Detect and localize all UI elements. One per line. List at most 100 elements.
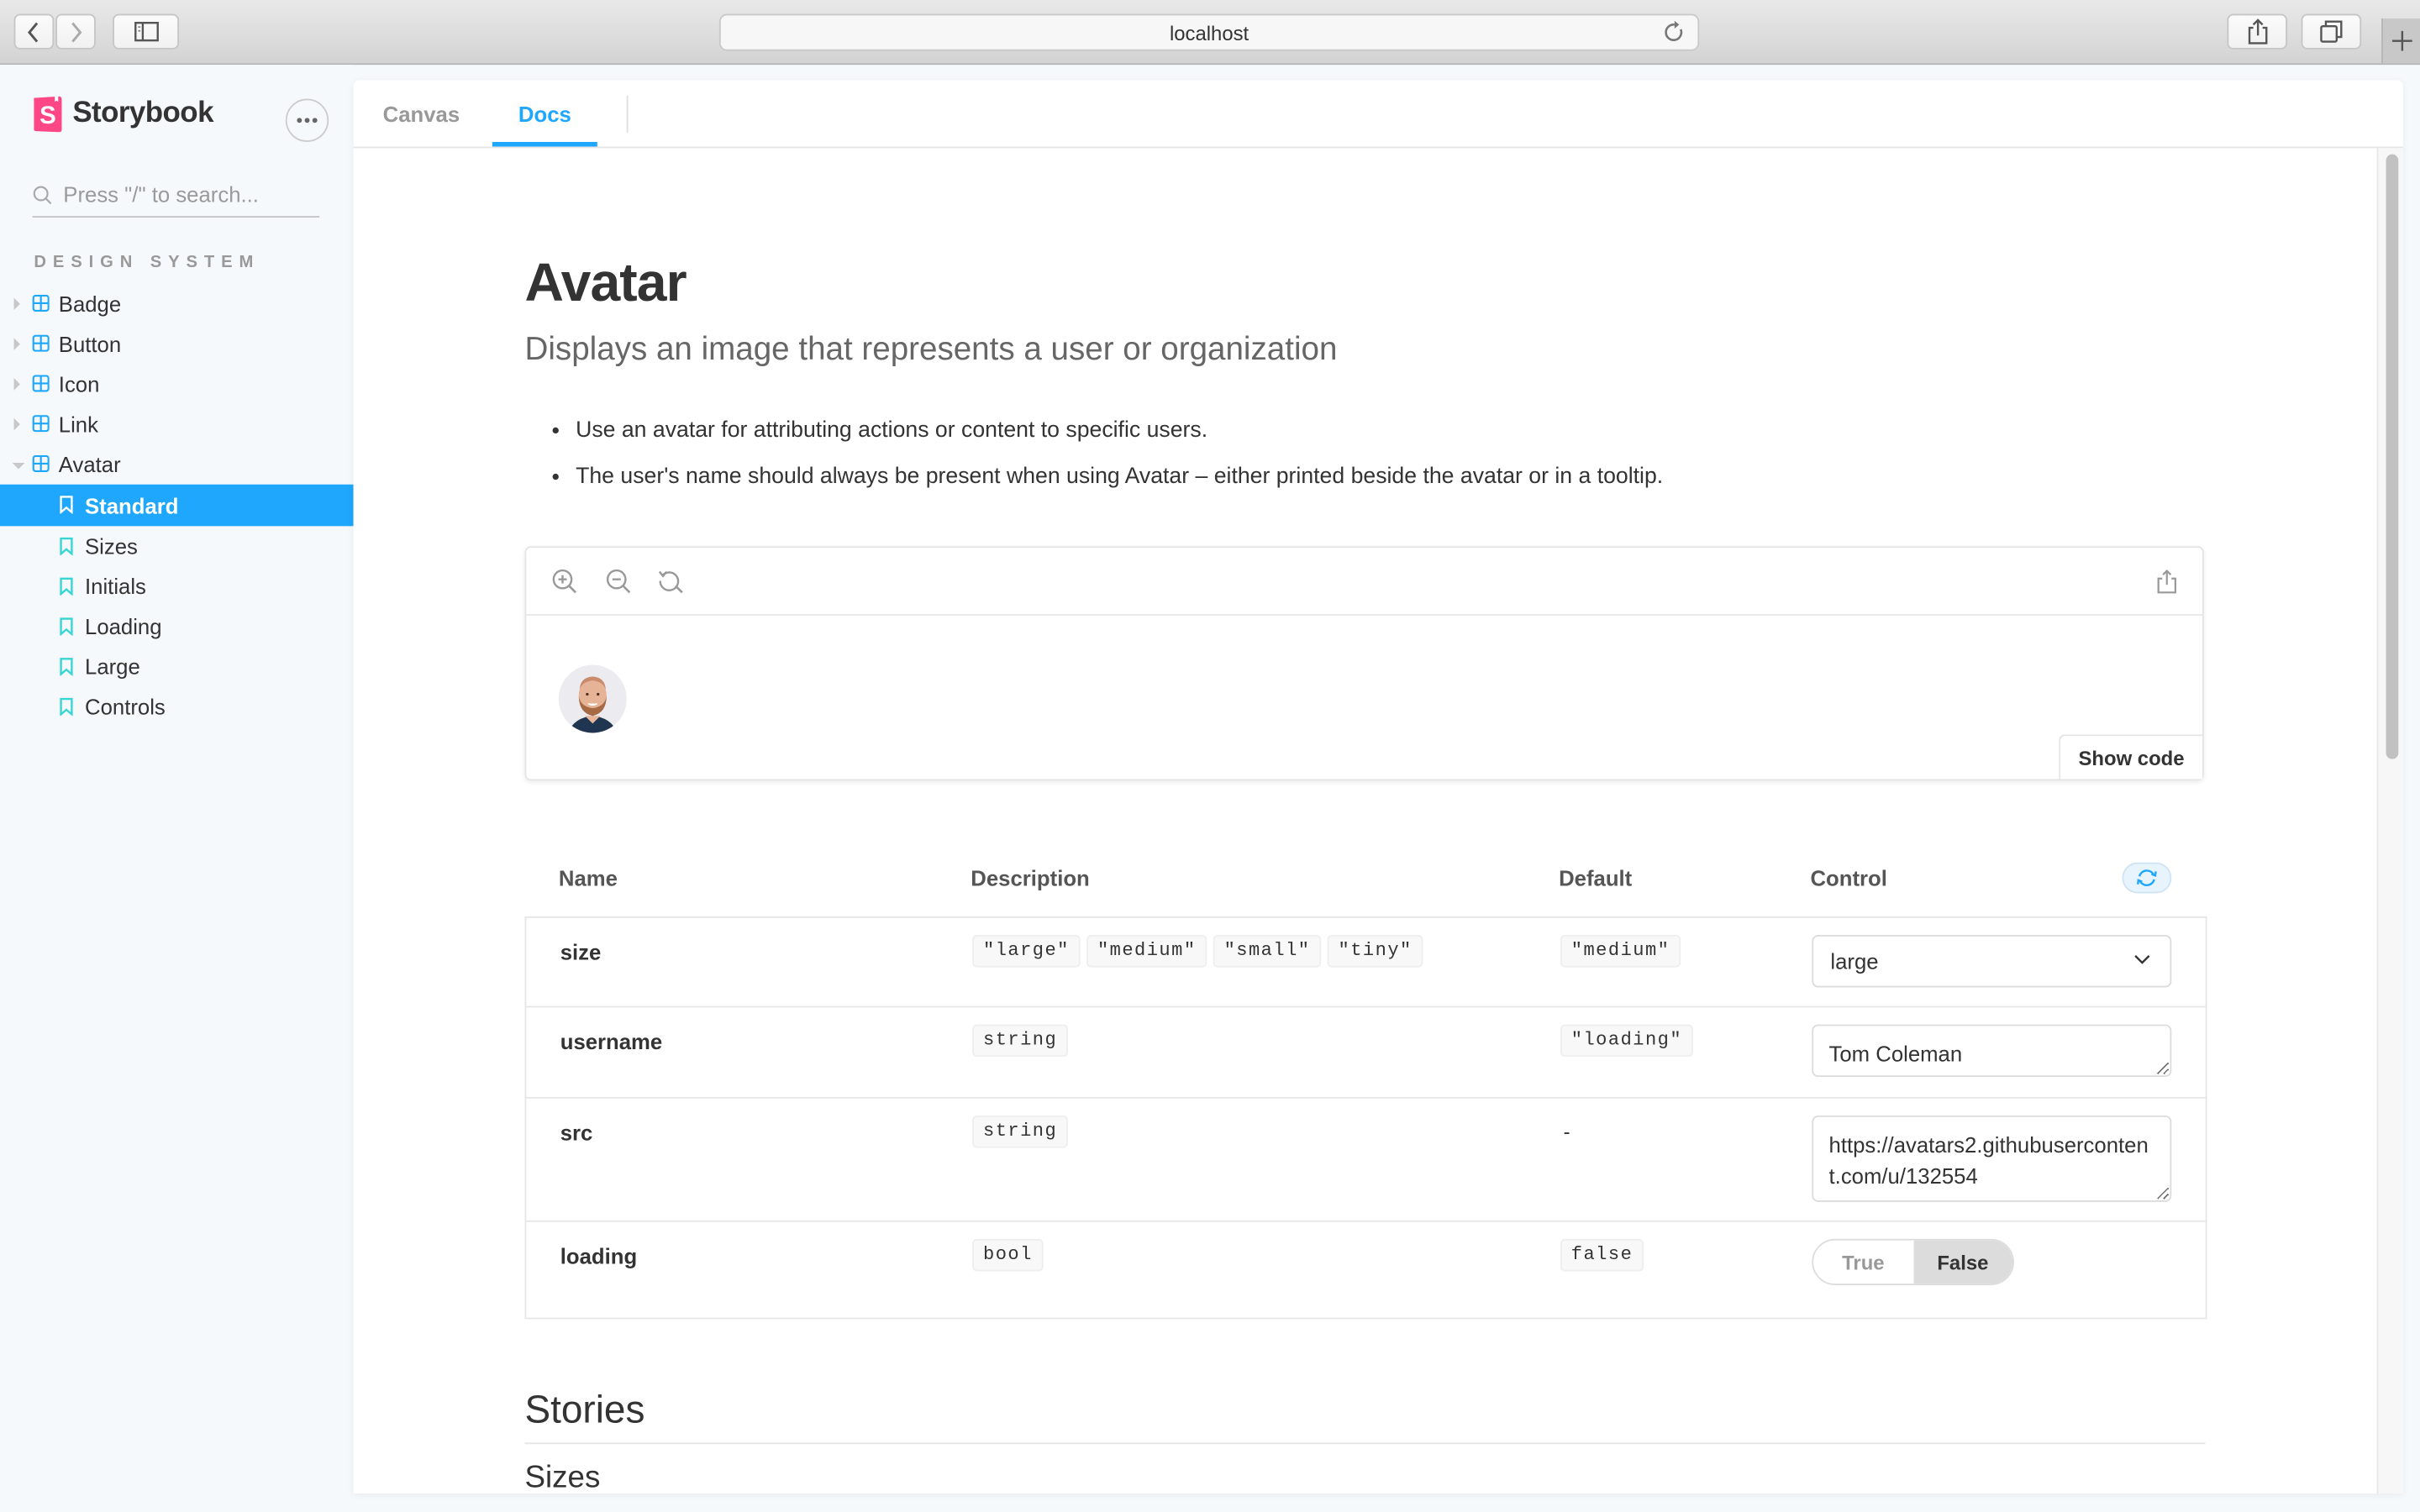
- description-item: Use an avatar for attributing actions or…: [576, 417, 1663, 444]
- story-item-loading[interactable]: Loading: [0, 606, 354, 646]
- avatar-photo-icon: [558, 664, 627, 733]
- share-icon: [2247, 18, 2267, 45]
- panel-tabs: Canvas Docs: [353, 81, 2403, 149]
- stories-divider: [524, 1442, 2206, 1445]
- arg-description: string: [972, 1024, 1069, 1058]
- description-list: Use an avatar for attributing actions or…: [524, 417, 1663, 509]
- tree-item-icon[interactable]: Icon: [0, 365, 354, 405]
- arg-default: false: [1560, 1238, 1644, 1272]
- default-value: "loading": [1560, 1024, 1693, 1058]
- arg-name: size: [560, 939, 602, 964]
- arg-name: username: [560, 1029, 663, 1054]
- tree-item-button[interactable]: Button: [0, 324, 354, 365]
- tab-docs[interactable]: Docs: [492, 81, 597, 147]
- stories-heading: Stories: [524, 1389, 645, 1432]
- story-item-label: Sizes: [85, 533, 138, 559]
- story-item-large[interactable]: Large: [0, 646, 354, 686]
- reset-controls-button[interactable]: [2122, 862, 2172, 894]
- zoom-out-icon[interactable]: [605, 568, 633, 596]
- story-item-label: Loading: [85, 613, 162, 639]
- description-item: The user's name should always be present…: [576, 463, 1663, 491]
- default-value: "medium": [1560, 935, 1681, 968]
- bookmark-icon: [60, 697, 73, 717]
- type-option: "medium": [1086, 935, 1207, 968]
- component-icon: [32, 334, 50, 352]
- sidebar-toggle-icon: [134, 21, 158, 42]
- zoom-reset-icon[interactable]: [657, 568, 685, 596]
- story-preview: Show code: [524, 546, 2204, 781]
- arg-name: src: [560, 1120, 593, 1145]
- loading-boolean-toggle[interactable]: True False: [1812, 1238, 2014, 1285]
- bookmark-icon: [60, 657, 73, 676]
- tree-item-label: Icon: [58, 372, 100, 397]
- docs-scrollbar[interactable]: [2376, 148, 2403, 1494]
- show-code-button[interactable]: Show code: [2059, 734, 2203, 780]
- page-title: Avatar: [524, 253, 687, 313]
- arg-control: large: [1812, 935, 2172, 988]
- story-item-label: Initials: [85, 573, 146, 599]
- default-value: false: [1560, 1238, 1644, 1272]
- component-icon: [32, 455, 50, 473]
- share-button[interactable]: [2227, 13, 2288, 50]
- src-input[interactable]: https://avatars2.githubusercontent.com/u…: [1812, 1115, 2172, 1202]
- tab-divider: [626, 95, 629, 133]
- component-icon: [32, 375, 50, 392]
- storybook-brand[interactable]: S Storybook: [33, 96, 214, 133]
- reload-icon[interactable]: [1664, 20, 1686, 45]
- tab-canvas[interactable]: Canvas: [354, 81, 490, 147]
- tree-item-link[interactable]: Link: [0, 405, 354, 445]
- preview-toolbar: [526, 548, 2203, 616]
- username-input[interactable]: Tom Coleman: [1812, 1024, 2172, 1078]
- bookmark-icon: [60, 496, 73, 515]
- table-row-size: size "large" "medium" "small" "tiny" "me…: [526, 918, 2206, 1008]
- caret-down-icon: [12, 463, 25, 470]
- tab-overview-button[interactable]: [2301, 13, 2362, 50]
- column-header-description: Description: [971, 865, 1090, 890]
- browser-toolbar: localhost: [0, 0, 2420, 66]
- component-icon: [32, 294, 50, 312]
- scrollbar-thumb[interactable]: [2386, 154, 2399, 759]
- arg-default: "loading": [1560, 1024, 1693, 1058]
- back-button[interactable]: [13, 13, 55, 50]
- brand-name: Storybook: [72, 97, 213, 130]
- story-item-label: Large: [85, 654, 140, 679]
- caret-right-icon: [13, 418, 20, 432]
- toggle-true-option[interactable]: True: [1813, 1240, 1913, 1284]
- size-select[interactable]: large: [1812, 935, 2172, 988]
- bookmark-icon: [60, 576, 73, 596]
- search-input[interactable]: [63, 181, 311, 207]
- column-header-control: Control: [1810, 865, 1887, 890]
- story-item-standard[interactable]: Standard: [0, 485, 354, 526]
- args-table-body: size "large" "medium" "small" "tiny" "me…: [524, 916, 2207, 1320]
- chevron-down-icon: [2134, 955, 2150, 964]
- story-item-controls[interactable]: Controls: [0, 686, 354, 727]
- tree-item-avatar[interactable]: Avatar: [0, 445, 354, 486]
- storybook-window: localhost S Storybook DESIGN SYSTEM: [0, 0, 2420, 1512]
- forward-button[interactable]: [55, 13, 96, 50]
- share-icon[interactable]: [2153, 568, 2181, 596]
- search-icon: [33, 185, 52, 204]
- column-header-default: Default: [1559, 865, 1633, 890]
- zoom-in-icon[interactable]: [551, 568, 579, 596]
- table-row-username: username string "loading" Tom Coleman: [526, 1007, 2206, 1099]
- story-item-label: Controls: [85, 694, 166, 719]
- tree-item-label: Avatar: [58, 452, 121, 478]
- page-subtitle: Displays an image that represents a user…: [524, 331, 1338, 368]
- sidebar-toggle-button[interactable]: [113, 13, 180, 50]
- tree-item-label: Badge: [58, 291, 122, 317]
- toggle-false-option[interactable]: False: [1912, 1240, 2013, 1284]
- svg-text:S: S: [39, 102, 56, 129]
- ellipsis-icon: [297, 118, 318, 123]
- caret-right-icon: [13, 338, 20, 351]
- story-item-initials[interactable]: Initials: [0, 565, 354, 606]
- story-item-sizes[interactable]: Sizes: [0, 526, 354, 566]
- bookmark-icon: [60, 537, 73, 555]
- address-bar[interactable]: localhost: [718, 13, 1700, 51]
- caret-right-icon: [13, 378, 20, 391]
- story-item-label: Standard: [85, 492, 179, 518]
- type-option: bool: [972, 1238, 1044, 1272]
- chevron-left-icon: [27, 21, 39, 42]
- sidebar-menu-button[interactable]: [285, 98, 329, 142]
- new-tab-button[interactable]: [2381, 18, 2420, 64]
- tree-item-badge[interactable]: Badge: [0, 284, 354, 324]
